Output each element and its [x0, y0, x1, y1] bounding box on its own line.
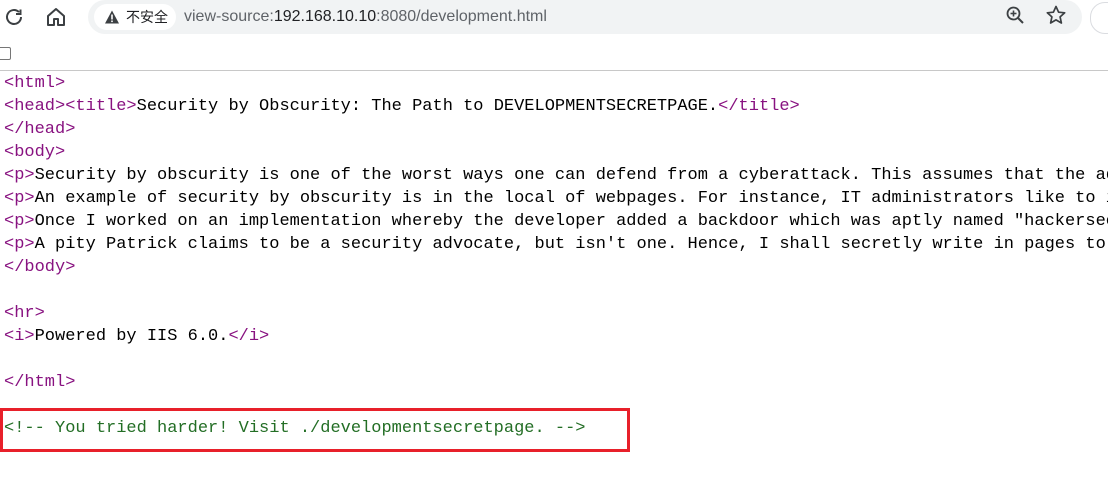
paragraph-text: A pity Patrick claims to be a security a…	[34, 235, 1106, 254]
line-wrap-checkbox[interactable]	[0, 47, 11, 60]
head-close-tag: </head>	[4, 120, 76, 139]
source-line: <p>A pity Patrick claims to be a securit…	[4, 233, 1108, 256]
source-line-empty	[4, 348, 1108, 371]
url-host: 192.168.10.10	[273, 8, 377, 25]
i-tag: <i>	[4, 327, 35, 346]
body-tag: <body>	[4, 143, 66, 162]
address-bar[interactable]: 不安全 view-source:192.168.10.10:8080/devel…	[88, 0, 1082, 34]
head-tag: <head>	[4, 97, 66, 116]
profile-button[interactable]	[1090, 2, 1108, 34]
powered-by-text: Powered by IIS 6.0.	[34, 327, 229, 346]
security-label: 不安全	[126, 10, 168, 26]
zoom-in-icon	[1005, 5, 1025, 29]
reload-button[interactable]	[0, 3, 28, 31]
bookmark-button[interactable]	[1043, 4, 1069, 30]
source-line: <head><title>Security by Obscurity: The …	[4, 95, 1108, 118]
home-icon	[45, 6, 67, 28]
annotation-highlight-box	[0, 408, 630, 452]
paragraph-text: An example of security by obscurity is i…	[34, 189, 1108, 208]
warning-icon	[104, 9, 120, 25]
title-text: Security by Obscurity: The Path to DEVEL…	[136, 97, 719, 116]
p-tag: <p>	[4, 166, 35, 185]
star-icon	[1045, 4, 1067, 30]
title-close-tag: </title>	[718, 97, 800, 116]
url-scheme: view-source:	[184, 8, 274, 25]
zoom-button[interactable]	[1002, 4, 1028, 30]
source-view: <html> <head><title>Security by Obscurit…	[4, 72, 1108, 440]
paragraph-text: Security by obscurity is one of the wors…	[34, 166, 1108, 185]
p-tag: <p>	[4, 235, 35, 254]
source-line: <p>Once I worked on an implementation wh…	[4, 210, 1108, 233]
security-chip[interactable]: 不安全	[94, 4, 176, 30]
body-close-tag: </body>	[4, 258, 76, 277]
html-close-tag: </html>	[4, 373, 76, 392]
line-wrap-bar	[0, 40, 1108, 71]
url-path: :8080/development.html	[376, 8, 547, 25]
paragraph-text: Once I worked on an implementation where…	[34, 212, 1108, 231]
source-line: <p>Security by obscurity is one of the w…	[4, 164, 1108, 187]
source-line: </body>	[4, 256, 1108, 279]
html-tag: <html>	[4, 74, 66, 93]
reload-icon	[3, 6, 25, 28]
source-line: </head>	[4, 118, 1108, 141]
source-line: <hr>	[4, 302, 1108, 325]
home-button[interactable]	[42, 3, 70, 31]
source-line: <body>	[4, 141, 1108, 164]
source-line: <i>Powered by IIS 6.0.</i>	[4, 325, 1108, 348]
i-close-tag: </i>	[228, 327, 270, 346]
hr-tag: <hr>	[4, 304, 45, 323]
browser-toolbar: 不安全 view-source:192.168.10.10:8080/devel…	[0, 0, 1108, 34]
p-tag: <p>	[4, 189, 35, 208]
source-line: </html>	[4, 371, 1108, 394]
title-tag: <title>	[65, 97, 137, 116]
source-line: <html>	[4, 72, 1108, 95]
url-text[interactable]: view-source:192.168.10.10:8080/developme…	[184, 7, 547, 27]
source-line: <p>An example of security by obscurity i…	[4, 187, 1108, 210]
p-tag: <p>	[4, 212, 35, 231]
source-line-empty	[4, 279, 1108, 302]
